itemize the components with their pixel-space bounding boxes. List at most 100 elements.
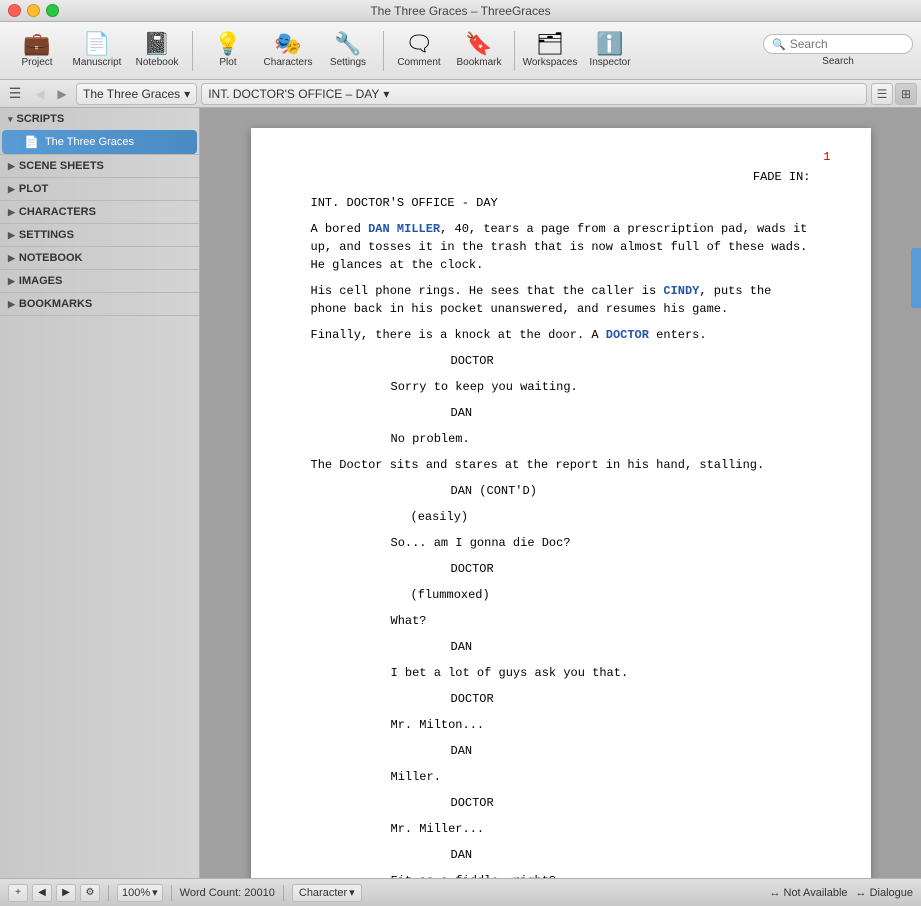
sidebar: ▾ SCRIPTS 📄 The Three Graces ▶ SCENE SHE…	[0, 108, 200, 878]
navbar: ☰ ◀ ▶ The Three Graces ▾ INT. DOCTOR'S O…	[0, 80, 921, 108]
cue-dan-contd: DAN (CONT'D)	[451, 482, 811, 500]
script-name: The Three Graces	[83, 87, 180, 101]
search-bar: 🔍 Search	[763, 34, 913, 67]
status-info: ↔ Not Available ↔ Dialogue	[769, 887, 913, 899]
toolbar-plot[interactable]: 💡 Plot	[199, 25, 257, 77]
toolbar-notebook[interactable]: 📓 Notebook	[128, 25, 186, 77]
minimize-button[interactable]	[27, 4, 40, 17]
element-arrow-icon: ▾	[349, 886, 355, 899]
search-input-wrap[interactable]: 🔍	[763, 34, 913, 54]
bookmark-icon: 🔖	[465, 33, 492, 55]
toolbar-project[interactable]: 💼 Project	[8, 25, 66, 77]
script-dropdown-icon: ▾	[184, 87, 190, 101]
plot-chevron-icon: ▶	[8, 184, 15, 195]
images-label: IMAGES	[19, 275, 62, 287]
toolbar-manuscript[interactable]: 📄 Manuscript	[68, 25, 126, 77]
status-sep-1	[108, 885, 109, 901]
sidebar-section-scripts-header[interactable]: ▾ SCRIPTS	[0, 108, 199, 130]
plot-label: PLOT	[19, 183, 48, 195]
toolbar-settings[interactable]: 🔧 Settings	[319, 25, 377, 77]
cue-doctor-4: DOCTOR	[451, 794, 811, 812]
view-grid[interactable]: ⊞	[895, 83, 917, 105]
nav-forward[interactable]: ▶	[52, 84, 72, 104]
cue-dan-4: DAN	[451, 846, 811, 864]
notebook-chevron-icon: ▶	[8, 253, 15, 264]
scene-selector[interactable]: INT. DOCTOR'S OFFICE – DAY ▾	[201, 83, 867, 105]
statusbar: + ◀ ▶ ⚙ 100% ▾ Word Count: 20010 Charact…	[0, 878, 921, 906]
scene-sheets-label: SCENE SHEETS	[19, 160, 104, 172]
sidebar-section-scene-sheets-header[interactable]: ▶ SCENE SHEETS	[0, 155, 199, 177]
action-4: The Doctor sits and stares at the report…	[311, 456, 811, 474]
cue-dan-2: DAN	[451, 638, 811, 656]
dialogue-text: ↔ Dialogue	[856, 887, 913, 899]
sidebar-toggle[interactable]: ☰	[4, 83, 26, 105]
comment-icon: 🗨	[405, 33, 433, 55]
settings-chevron-icon: ▶	[8, 230, 15, 241]
inspector-icon: ℹ️	[596, 33, 623, 55]
manuscript-label: Manuscript	[73, 57, 122, 68]
main-area: ▾ SCRIPTS 📄 The Three Graces ▶ SCENE SHE…	[0, 108, 921, 878]
prev-button[interactable]: ◀	[32, 884, 52, 902]
sidebar-section-settings-header[interactable]: ▶ SETTINGS	[0, 224, 199, 246]
sidebar-section-characters: ▶ CHARACTERS	[0, 201, 199, 224]
scripts-chevron-icon: ▾	[8, 114, 13, 125]
toolbar-separator-2	[383, 31, 384, 71]
nav-back[interactable]: ◀	[30, 84, 50, 104]
add-button[interactable]: +	[8, 884, 28, 902]
search-input[interactable]	[790, 37, 904, 51]
cue-dan-1: DAN	[451, 404, 811, 422]
cue-doctor-1: DOCTOR	[451, 352, 811, 370]
toolbar-inspector[interactable]: ℹ️ Inspector	[581, 25, 639, 77]
window-controls	[8, 4, 59, 17]
toolbar-characters[interactable]: 🎭 Characters	[259, 25, 317, 77]
settings-status-button[interactable]: ⚙	[80, 884, 100, 902]
manuscript-icon: 📄	[83, 33, 110, 55]
images-chevron-icon: ▶	[8, 276, 15, 287]
toolbar-bookmark[interactable]: 🔖 Bookmark	[450, 25, 508, 77]
cue-dan-3: DAN	[451, 742, 811, 760]
plot-icon: 💡	[214, 33, 241, 55]
notebook-label: NOTEBOOK	[19, 252, 83, 264]
project-icon: 💼	[23, 33, 50, 55]
toolbar-comment[interactable]: 🗨 Comment	[390, 25, 448, 77]
sidebar-section-notebook: ▶ NOTEBOOK	[0, 247, 199, 270]
sidebar-script-name: The Three Graces	[45, 136, 134, 148]
script-page[interactable]: 1 FADE IN: INT. DOCTOR'S OFFICE - DAY A …	[251, 128, 871, 878]
scene-dropdown-icon: ▾	[383, 87, 389, 101]
sidebar-section-images-header[interactable]: ▶ IMAGES	[0, 270, 199, 292]
maximize-button[interactable]	[46, 4, 59, 17]
scene-name: INT. DOCTOR'S OFFICE – DAY	[208, 87, 379, 101]
element-selector[interactable]: Character ▾	[292, 884, 362, 902]
dialogue-dan-1: No problem.	[391, 430, 731, 448]
sidebar-section-settings: ▶ SETTINGS	[0, 224, 199, 247]
zoom-selector[interactable]: 100% ▾	[117, 884, 163, 902]
word-count: Word Count: 20010	[180, 887, 275, 899]
sidebar-section-notebook-header[interactable]: ▶ NOTEBOOK	[0, 247, 199, 269]
sidebar-section-bookmarks-header[interactable]: ▶ BOOKMARKS	[0, 293, 199, 315]
bookmarks-label: BOOKMARKS	[19, 298, 92, 310]
sidebar-section-scene-sheets: ▶ SCENE SHEETS	[0, 155, 199, 178]
titlebar: The Three Graces – ThreeGraces	[0, 0, 921, 22]
status-sep-2	[171, 885, 172, 901]
sidebar-section-plot-header[interactable]: ▶ PLOT	[0, 178, 199, 200]
window-title: The Three Graces – ThreeGraces	[370, 4, 550, 18]
script-selector[interactable]: The Three Graces ▾	[76, 83, 197, 105]
workspaces-label: Workspaces	[523, 57, 578, 68]
sidebar-item-three-graces[interactable]: 📄 The Three Graces	[2, 130, 197, 154]
project-label: Project	[21, 57, 52, 68]
next-button[interactable]: ▶	[56, 884, 76, 902]
toolbar-workspaces[interactable]: 🗂 Workspaces	[521, 25, 579, 77]
notebook-icon: 📓	[143, 33, 170, 55]
zoom-value: 100%	[122, 887, 150, 899]
dialogue-doctor-4: Mr. Miller...	[391, 820, 731, 838]
sidebar-section-characters-header[interactable]: ▶ CHARACTERS	[0, 201, 199, 223]
sidebar-section-bookmarks: ▶ BOOKMARKS	[0, 293, 199, 316]
close-button[interactable]	[8, 4, 21, 17]
script-area[interactable]: 1 FADE IN: INT. DOCTOR'S OFFICE - DAY A …	[200, 108, 921, 878]
view-list[interactable]: ☰	[871, 83, 893, 105]
not-available-text: ↔ Not Available	[769, 887, 847, 899]
fade-in-text: FADE IN:	[753, 170, 811, 184]
workspaces-icon: 🗂	[536, 33, 564, 55]
action-2: His cell phone rings. He sees that the c…	[311, 282, 811, 318]
characters-chevron-icon: ▶	[8, 207, 15, 218]
